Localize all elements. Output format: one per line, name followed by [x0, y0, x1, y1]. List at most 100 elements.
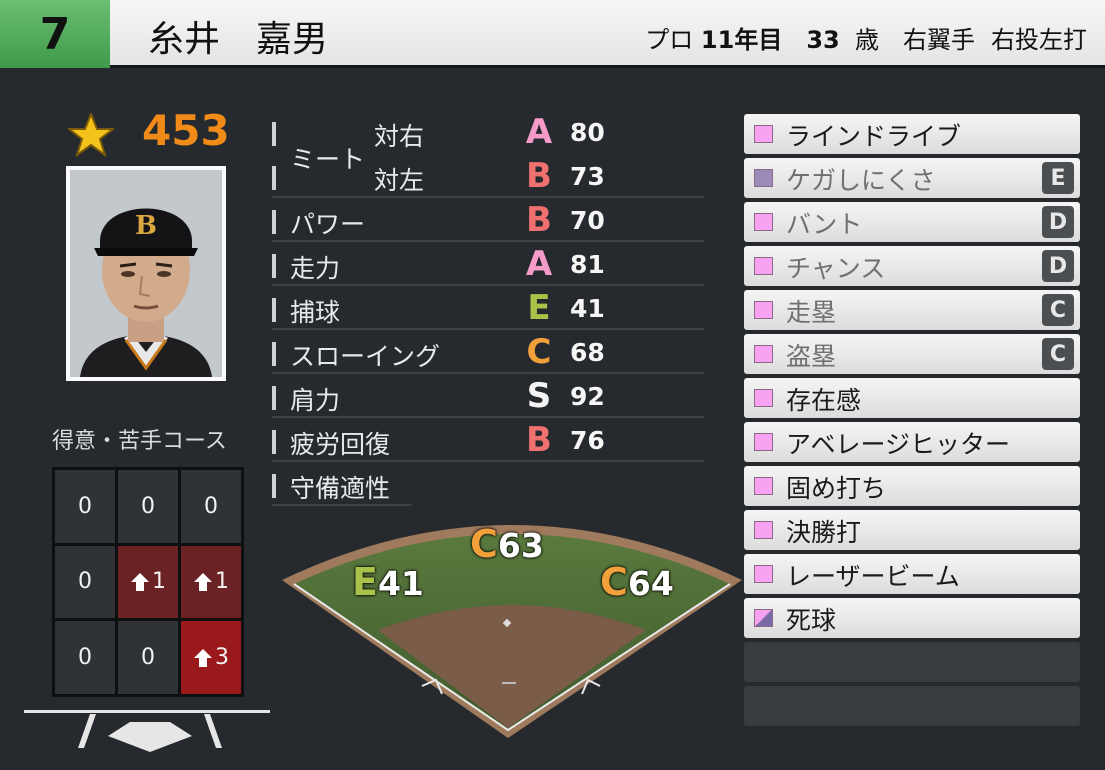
ability-rank-badge: D: [1042, 250, 1074, 282]
ability-label: レーザービーム: [786, 562, 960, 591]
stat-grade: S: [526, 376, 552, 416]
stat-grade: C: [526, 332, 552, 372]
stat-grade: A: [525, 112, 553, 152]
stat-row: パワー B 70: [272, 200, 704, 242]
ability-color-swatch: [754, 213, 773, 231]
stat-bar-marker: [272, 386, 276, 410]
stat-bar-marker: [272, 342, 276, 366]
career-years: プロ 11年目: [645, 26, 783, 54]
ability-rank-badge: C: [1042, 294, 1074, 326]
ability-item[interactable]: ケガしにくさ E: [744, 158, 1080, 198]
stat-label: 守備適性: [290, 474, 391, 503]
stat-label: 走力: [290, 254, 341, 283]
stat-label: 疲労回復: [290, 430, 391, 459]
ability-item[interactable]: バント D: [744, 202, 1080, 242]
ability-color-swatch: [754, 301, 773, 319]
stat-bar-marker: [272, 298, 276, 322]
ability-color-swatch: [754, 477, 773, 495]
ability-color-swatch: [754, 433, 773, 451]
ability-item[interactable]: 走塁 C: [744, 290, 1080, 330]
course-value: 0: [78, 493, 92, 519]
course-value: 3: [215, 645, 229, 671]
course-value: 0: [78, 569, 92, 595]
throw-bat: 右投左打: [991, 26, 1087, 54]
stat-bar-marker: [272, 254, 276, 278]
ability-item[interactable]: 固め打ち: [744, 466, 1080, 506]
course-cell: 3: [181, 621, 241, 694]
ability-label: 死球: [786, 606, 837, 635]
ability-label: 盗塁: [786, 342, 837, 371]
up-arrow-icon: [131, 572, 149, 591]
ability-item[interactable]: 存在感: [744, 378, 1080, 418]
position: 右翼手: [903, 26, 975, 54]
up-arrow-icon: [194, 572, 212, 591]
stat-bar-marker: [272, 474, 276, 498]
star-icon: [68, 113, 114, 157]
stat-value: 80: [570, 118, 605, 147]
player-info: プロ 11年目 33 歳 右翼手 右投左打: [645, 20, 1087, 55]
stat-label: 肩力: [290, 386, 341, 415]
course-title: 得意・苦手コース: [52, 429, 227, 454]
ability-label: ケガしにくさ: [786, 166, 936, 195]
ability-item[interactable]: アベレージヒッター: [744, 422, 1080, 462]
ability-item[interactable]: ラインドライブ: [744, 114, 1080, 154]
ability-empty-slot: [744, 642, 1080, 682]
ability-item[interactable]: 決勝打: [744, 510, 1080, 550]
age: 33 歳: [806, 26, 879, 54]
course-cell: 1: [118, 545, 178, 619]
player-status-screen: 7 糸井 嘉男 プロ 11年目 33 歳 右翼手 右投左打 453 B 得意・苦…: [0, 0, 1105, 770]
course-value: 1: [152, 569, 166, 595]
stat-row: 守備適性: [272, 466, 412, 506]
course-value: 0: [78, 645, 92, 671]
ability-label: 存在感: [786, 386, 862, 415]
course-cell: 0: [118, 621, 178, 694]
ability-item[interactable]: チャンス D: [744, 246, 1080, 286]
course-value: 1: [215, 569, 229, 595]
player-photo: B: [66, 166, 226, 381]
ability-item[interactable]: 盗塁 C: [744, 334, 1080, 374]
stat-value: 73: [570, 162, 605, 191]
ability-label: ラインドライブ: [786, 122, 962, 151]
stat-row: 対左 B 73: [272, 156, 704, 198]
course-cell: 1: [181, 545, 241, 619]
up-arrow-icon: [194, 648, 212, 667]
ability-label: 固め打ち: [786, 474, 887, 503]
course-value: 0: [141, 493, 155, 519]
ability-label: 決勝打: [786, 518, 862, 547]
ability-label: 走塁: [786, 298, 837, 327]
stat-grade: A: [525, 244, 553, 284]
ability-color-swatch: [754, 609, 773, 627]
course-cell: 0: [55, 545, 115, 619]
stat-bar-marker: [272, 122, 276, 146]
course-cell: 0: [55, 621, 115, 694]
ability-rank-badge: E: [1042, 162, 1074, 194]
batter-box-line: [24, 710, 270, 713]
stat-row: 疲労回復 B 76: [272, 420, 704, 462]
stat-label: パワー: [290, 210, 366, 239]
course-value: 0: [141, 645, 155, 671]
course-cell: 0: [118, 470, 178, 543]
ability-color-swatch: [754, 169, 773, 187]
batter-box-icon: [78, 714, 222, 752]
stat-bar-marker: [272, 166, 276, 190]
ability-color-swatch: [754, 521, 773, 539]
stat-label: スローイング: [290, 342, 441, 371]
stat-value: 81: [570, 250, 605, 279]
stat-value: 76: [570, 426, 605, 455]
player-name: 糸井 嘉男: [148, 19, 329, 60]
stat-label: 捕球: [290, 298, 341, 327]
course-cell: 0: [55, 470, 115, 543]
ability-item[interactable]: レーザービーム: [744, 554, 1080, 594]
ability-color-swatch: [754, 389, 773, 407]
stat-row: 対右 A 80: [272, 112, 704, 154]
ability-item[interactable]: 死球: [744, 598, 1080, 638]
left-field-aptitude: E41: [352, 560, 424, 604]
stat-value: 92: [570, 382, 605, 411]
ability-color-swatch: [754, 565, 773, 583]
player-header: 7 糸井 嘉男 プロ 11年目 33 歳 右翼手 右投左打: [0, 0, 1105, 68]
stat-grade: B: [526, 200, 552, 240]
stat-row: 走力 A 81: [272, 244, 704, 286]
ability-color-swatch: [754, 345, 773, 363]
ability-rank-badge: C: [1042, 338, 1074, 370]
course-value: 0: [204, 493, 218, 519]
